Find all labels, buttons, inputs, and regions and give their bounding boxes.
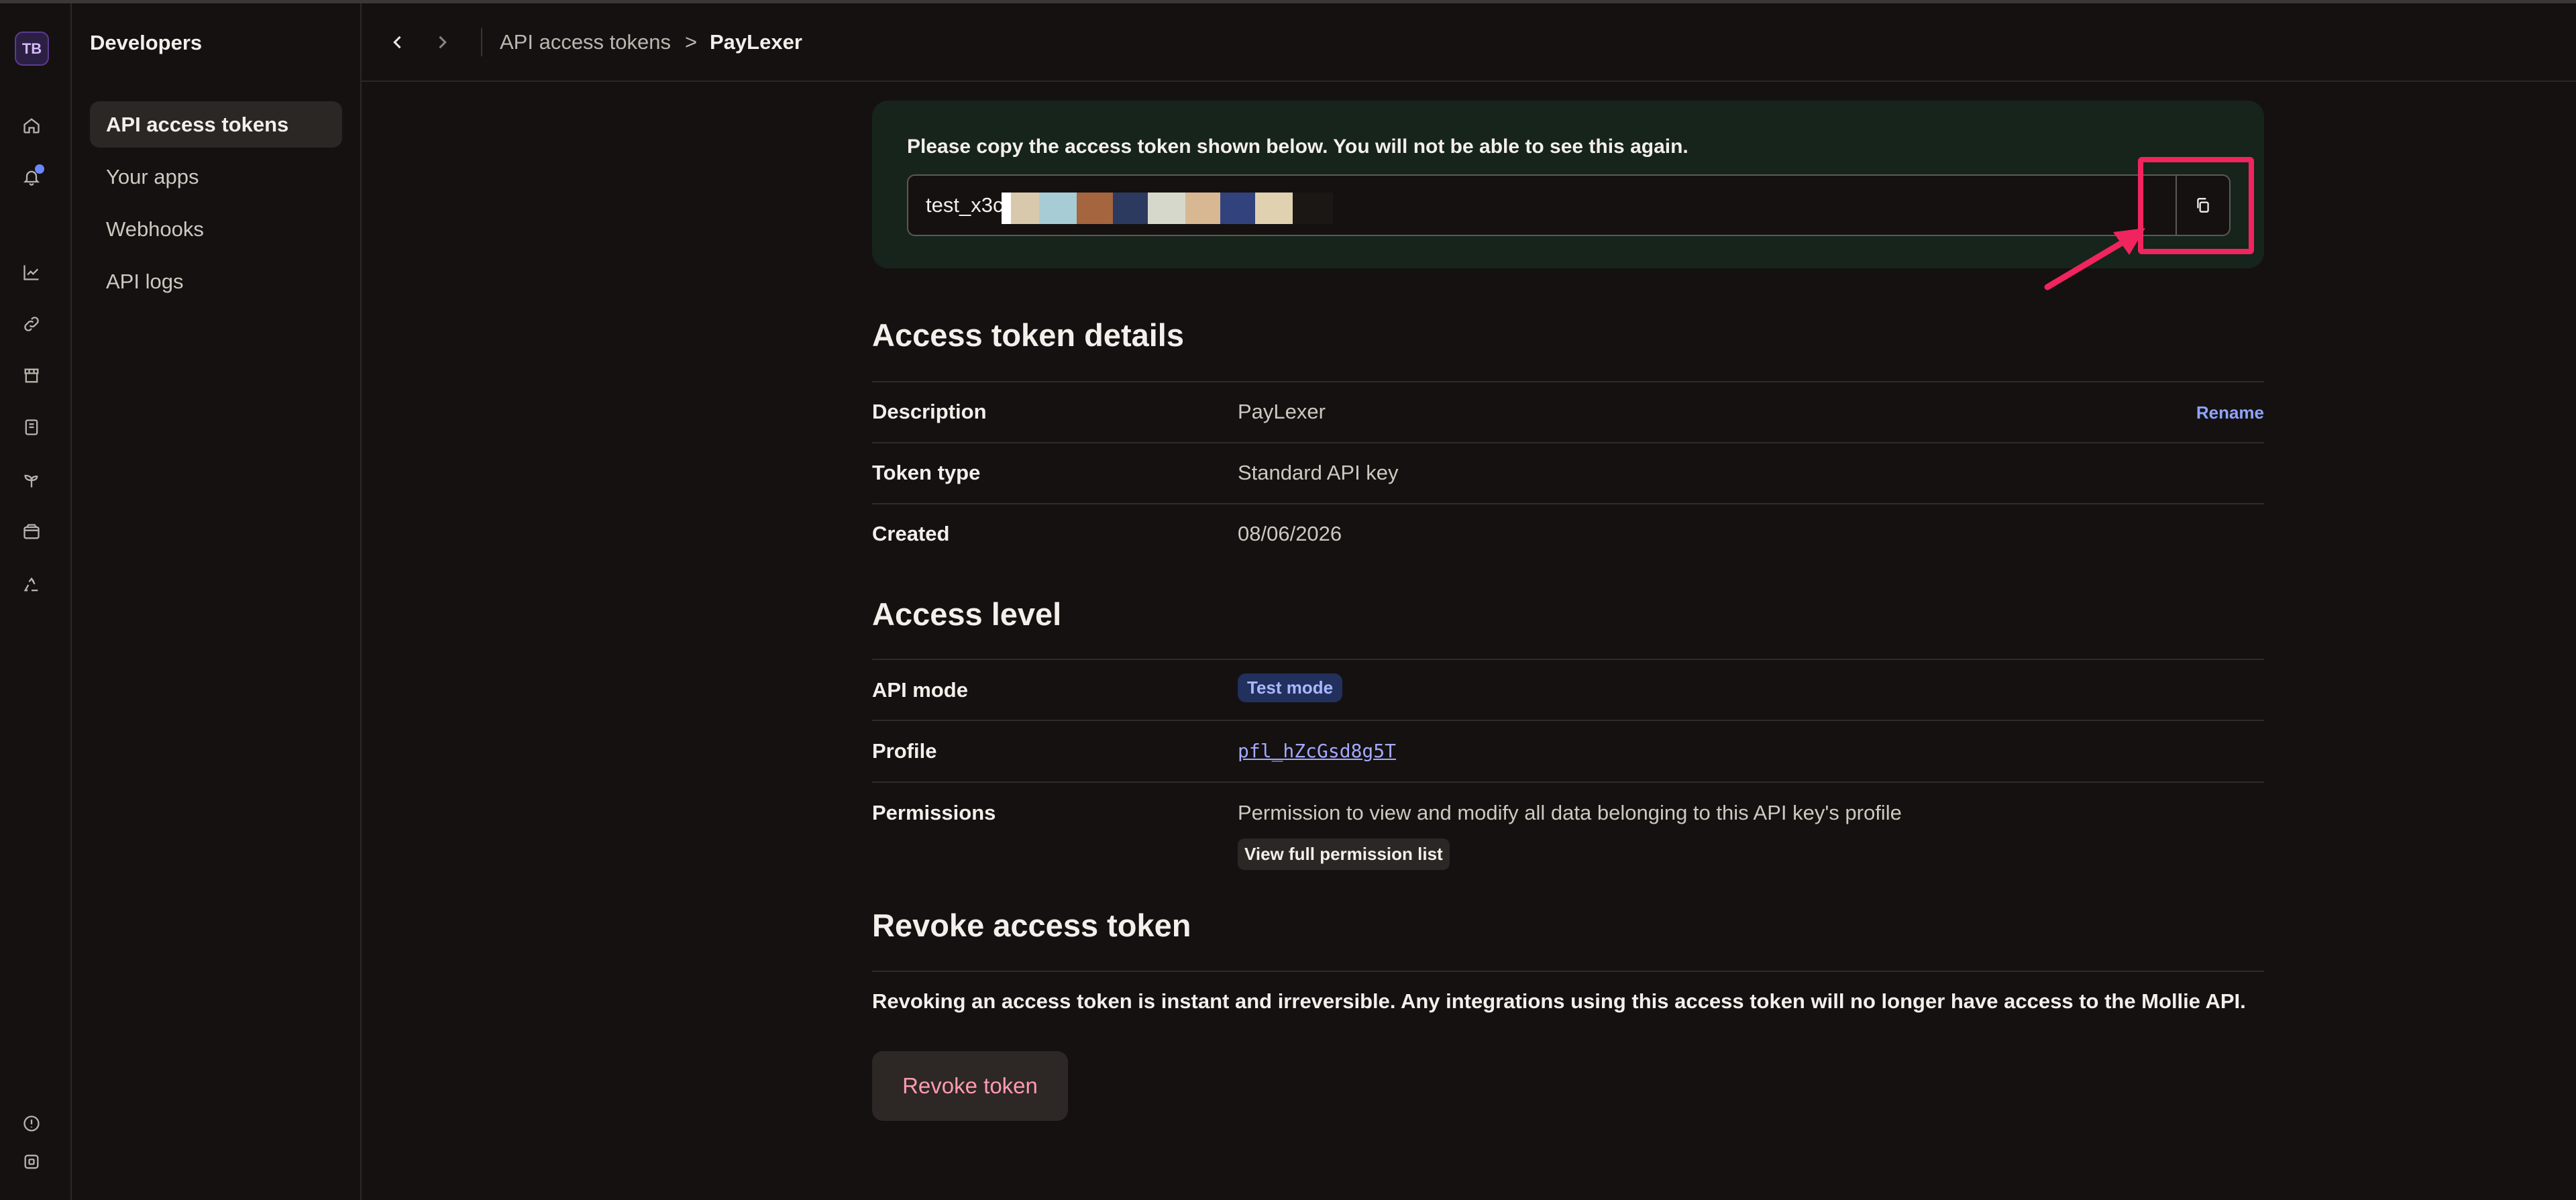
token-notice-message: Please copy the access token shown below… (907, 135, 1688, 158)
sprout-icon[interactable] (20, 469, 43, 492)
sidebar-item-api-access-tokens[interactable]: API access tokens (90, 101, 342, 148)
row-label: Profile (872, 739, 937, 763)
redaction-block (1185, 193, 1220, 224)
view-permission-list-button[interactable]: View full permission list (1238, 838, 1450, 870)
row-value: Standard API key (1238, 461, 1399, 484)
back-button[interactable] (386, 30, 410, 54)
row-label: Permissions (872, 801, 996, 824)
redaction-block (1113, 193, 1148, 224)
rename-link[interactable]: Rename (2196, 402, 2264, 423)
notification-dot (35, 164, 44, 174)
org-avatar[interactable]: TB (15, 32, 49, 66)
revoke-description: Revoking an access token is instant and … (872, 989, 2246, 1013)
sidebar-item-label: API access tokens (106, 112, 289, 136)
access-level-heading: Access level (872, 596, 1062, 632)
redaction-block (1077, 193, 1113, 224)
token-value: test_x3c (926, 193, 1004, 217)
access-row-profile: Profile pfl_hZcGsd8g5T (872, 720, 2264, 781)
row-label: API mode (872, 678, 968, 702)
redaction-block (1293, 193, 1333, 224)
revoke-token-button[interactable]: Revoke token (872, 1051, 1068, 1121)
redaction-block (1002, 193, 1011, 224)
home-icon[interactable] (20, 114, 43, 137)
redaction-block (1148, 193, 1185, 224)
app-window: TB Developers API access tokens Your app… (0, 0, 2576, 1200)
recycle-icon[interactable] (20, 574, 43, 596)
sidebar-item-webhooks[interactable]: Webhooks (90, 206, 342, 252)
row-value: 08/06/2026 (1238, 522, 1342, 545)
sidebar-title: Developers (90, 31, 203, 54)
row-label: Description (872, 400, 987, 423)
row-label: Created (872, 522, 950, 545)
sidebar-item-api-logs[interactable]: API logs (90, 258, 342, 305)
revoke-heading: Revoke access token (872, 908, 1191, 943)
divider (872, 971, 2264, 972)
sidebar-item-label: Your apps (106, 164, 199, 188)
details-heading: Access token details (872, 317, 1184, 353)
sidebar-item-label: Webhooks (106, 217, 204, 241)
access-row-api-mode: API mode Test mode (872, 659, 2264, 720)
document-icon[interactable] (20, 416, 43, 439)
breadcrumb-separator: > (685, 30, 698, 54)
access-row-permissions: Permissions Permission to view and modif… (872, 781, 2264, 882)
chart-icon[interactable] (20, 261, 43, 284)
main-content: Please copy the access token shown below… (872, 0, 2264, 1200)
help-icon[interactable] (20, 1112, 43, 1135)
highlight-box (2138, 157, 2254, 254)
breadcrumb-api-access-tokens[interactable]: API access tokens (500, 30, 671, 54)
profile-id-link[interactable]: pfl_hZcGsd8g5T (1238, 740, 1396, 762)
sidebar-item-label: API logs (106, 269, 184, 293)
detail-row-token-type: Token type Standard API key (872, 442, 2264, 503)
forward-button[interactable] (430, 30, 454, 54)
test-mode-badge: Test mode (1238, 673, 1343, 702)
bell-icon[interactable] (20, 164, 44, 188)
permissions-description: Permission to view and modify all data b… (1238, 801, 1902, 824)
wallet-icon[interactable] (20, 521, 43, 543)
row-value: PayLexer (1238, 400, 1326, 423)
row-label: Token type (872, 461, 981, 484)
breadcrumb-current: PayLexer (710, 30, 802, 54)
redaction-block (1255, 193, 1293, 224)
redaction-block (1220, 193, 1255, 224)
detail-row-created: Created 08/06/2026 (872, 503, 2264, 564)
annotation-arrow (2044, 228, 2145, 290)
store-icon[interactable] (20, 364, 43, 387)
icon-rail: TB (0, 3, 72, 1200)
sidebar-item-your-apps[interactable]: Your apps (90, 154, 342, 200)
link-icon[interactable] (20, 313, 43, 335)
redaction-block (1011, 193, 1039, 224)
detail-row-description: Description PayLexer Rename (872, 381, 2264, 442)
terminal-icon[interactable] (20, 1150, 43, 1173)
redaction-block (1039, 193, 1077, 224)
developers-sidebar: Developers API access tokens Your apps W… (72, 3, 362, 1200)
divider (481, 28, 482, 56)
